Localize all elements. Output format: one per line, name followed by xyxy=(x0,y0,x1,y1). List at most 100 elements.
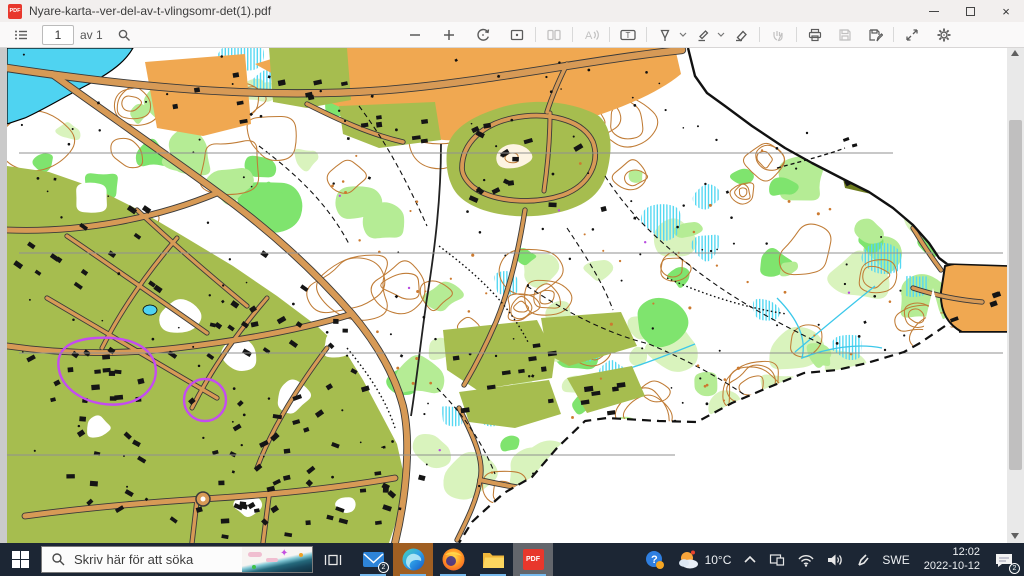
minimize-icon xyxy=(929,11,939,12)
settings-button[interactable] xyxy=(931,24,957,46)
save-as-button[interactable] xyxy=(862,24,888,46)
search-placeholder-text: Skriv här för att söka xyxy=(74,552,193,567)
minimize-button[interactable] xyxy=(916,0,952,22)
taskbar-edge-browser[interactable] xyxy=(393,543,433,576)
draw-pen-icon xyxy=(657,27,673,43)
page-number-input[interactable] xyxy=(42,25,74,45)
weather-sun-cloud-icon xyxy=(677,550,701,570)
display-icon xyxy=(769,553,785,567)
vertical-scrollbar[interactable] xyxy=(1007,48,1024,543)
windows-taskbar: Skriv här för att söka ✦ 2 xyxy=(0,543,1024,576)
svg-text:A: A xyxy=(585,30,593,42)
add-text-button[interactable]: T xyxy=(615,24,641,46)
highlighter-icon xyxy=(695,27,711,43)
taskbar-pdf-app[interactable]: PDF xyxy=(513,543,553,576)
pdf-toolbar: av 1 A T xyxy=(0,22,1024,48)
search-decoration-image: ✦ xyxy=(242,547,312,572)
time-label: 12:02 xyxy=(924,546,980,560)
save-as-icon xyxy=(867,27,883,43)
close-button[interactable]: × xyxy=(988,0,1024,22)
erase-button[interactable] xyxy=(728,24,754,46)
eraser-icon xyxy=(733,27,749,43)
pdf-app-icon: PDF xyxy=(523,549,544,570)
language-indicator[interactable]: SWE xyxy=(876,543,915,576)
table-of-contents-icon xyxy=(13,27,29,43)
swimming-pool xyxy=(143,305,157,315)
page-view-button[interactable] xyxy=(541,24,567,46)
zoom-out-icon xyxy=(407,27,423,43)
fit-to-page-button[interactable] xyxy=(504,24,530,46)
task-view-icon xyxy=(324,552,342,568)
rotate-button[interactable] xyxy=(470,24,496,46)
scrollbar-thumb[interactable] xyxy=(1009,120,1022,470)
gear-icon xyxy=(936,27,952,43)
firefox-icon xyxy=(441,547,466,572)
read-aloud-icon: A xyxy=(582,27,600,43)
taskbar-file-explorer[interactable] xyxy=(473,543,513,576)
notification-center-button[interactable]: 2 xyxy=(988,543,1024,576)
save-button[interactable] xyxy=(832,24,858,46)
display-connect-button[interactable] xyxy=(763,543,791,576)
sparkle-icon: ✦ xyxy=(280,549,288,559)
close-icon: × xyxy=(1002,5,1010,18)
search-icon xyxy=(116,27,132,43)
svg-text:T: T xyxy=(626,31,631,40)
page-view-icon xyxy=(546,27,562,43)
windows-logo-icon xyxy=(12,551,29,568)
date-label: 2022-10-12 xyxy=(924,560,980,574)
help-tray-button[interactable]: ? xyxy=(639,543,671,576)
start-button[interactable] xyxy=(0,543,40,576)
page-count-label: av 1 xyxy=(80,28,103,42)
desktop: PDF Nyare-karta--ver-del-av-t-vlingsomr-… xyxy=(0,0,1024,576)
fit-to-page-icon xyxy=(509,27,525,43)
scroll-up-arrow-icon[interactable] xyxy=(1011,50,1019,56)
print-button[interactable] xyxy=(802,24,828,46)
wifi-button[interactable] xyxy=(791,543,821,576)
speaker-icon xyxy=(827,553,844,567)
show-hidden-icons-button[interactable] xyxy=(737,543,763,576)
pdf-page-orienteering-map[interactable] xyxy=(7,48,1007,543)
hand-icon xyxy=(770,27,786,43)
help-icon: ? xyxy=(645,550,665,570)
zoom-in-button[interactable] xyxy=(436,24,462,46)
pen-settings-button[interactable] xyxy=(850,543,876,576)
taskbar-search-box[interactable]: Skriv här för att söka ✦ xyxy=(41,546,313,573)
folder-icon xyxy=(481,547,506,572)
draw-options-chevron[interactable] xyxy=(678,24,688,46)
taskbar-firefox-browser[interactable] xyxy=(433,543,473,576)
edge-icon xyxy=(401,547,426,572)
draw-button[interactable] xyxy=(652,24,678,46)
volume-button[interactable] xyxy=(821,543,850,576)
pen-icon xyxy=(856,553,870,567)
temperature-label: 10°C xyxy=(705,553,732,567)
table-of-contents-button[interactable] xyxy=(8,24,34,46)
task-view-button[interactable] xyxy=(313,543,353,576)
maximize-icon xyxy=(966,7,975,16)
touch-mode-button[interactable] xyxy=(765,24,791,46)
rotate-icon xyxy=(475,27,491,43)
wifi-icon xyxy=(797,553,815,567)
document-viewer xyxy=(0,48,1024,543)
taskbar-mail-app[interactable]: 2 xyxy=(353,543,393,576)
highlight-button[interactable] xyxy=(690,24,716,46)
window-titlebar: PDF Nyare-karta--ver-del-av-t-vlingsomr-… xyxy=(0,0,1024,22)
read-aloud-button[interactable]: A xyxy=(578,24,604,46)
search-document-button[interactable] xyxy=(111,24,137,46)
expand-icon xyxy=(904,27,920,43)
zoom-in-icon xyxy=(441,27,457,43)
zoom-out-button[interactable] xyxy=(402,24,428,46)
clock-widget[interactable]: 12:02 2022-10-12 xyxy=(916,546,988,574)
scroll-down-arrow-icon[interactable] xyxy=(1011,533,1019,539)
pdf-file-icon: PDF xyxy=(8,4,22,19)
search-icon xyxy=(51,552,66,567)
add-text-icon: T xyxy=(619,27,637,43)
highlight-options-chevron[interactable] xyxy=(716,24,726,46)
mail-badge: 2 xyxy=(378,562,389,573)
maximize-button[interactable] xyxy=(952,0,988,22)
save-icon xyxy=(837,27,853,43)
window-title: Nyare-karta--ver-del-av-t-vlingsomr-det(… xyxy=(29,4,271,18)
language-label: SWE xyxy=(882,553,909,567)
print-icon xyxy=(807,27,823,43)
fullscreen-button[interactable] xyxy=(899,24,925,46)
weather-widget[interactable]: 10°C xyxy=(671,543,738,576)
